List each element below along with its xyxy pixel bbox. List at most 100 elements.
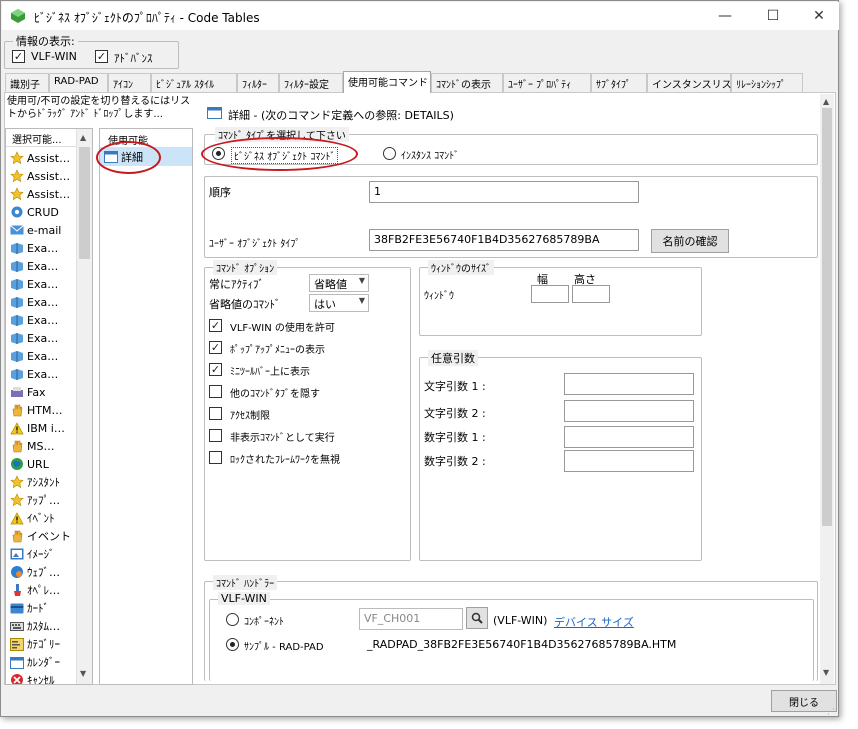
list-item[interactable]: ｱｯﾌﾟ… [9,491,60,509]
tab-command-display[interactable]: ｺﾏﾝﾄﾞの表示 [431,73,503,92]
advanced-checkbox[interactable]: ✓ [95,50,108,63]
list-item[interactable]: MS… [9,437,54,455]
list-item[interactable]: Exa… [9,239,58,257]
list-item[interactable]: Assist… [9,185,70,203]
list-item[interactable]: HTM… [9,401,62,419]
always-active-label: 常にｱｸﾃｨﾌﾞ [209,278,264,291]
category-icon [9,637,24,652]
scroll-up-arrow-icon[interactable]: ▲ [80,133,86,142]
option-checkbox[interactable] [209,451,222,464]
list-scrollbar[interactable]: ▲ ▼ [76,129,92,684]
tab-visual-style[interactable]: ﾋﾞｼﾞｭｱﾙ ｽﾀｲﾙ [151,73,237,92]
cancel-icon [9,673,24,684]
scrollbar-thumb[interactable] [79,147,90,259]
book-icon [9,277,24,292]
resize-grip-icon[interactable]: ⋰ [827,707,835,716]
option-checkbox[interactable]: ✓ [209,363,222,376]
email-icon [9,223,24,238]
option-checkbox-label: ﾛｯｸされたﾌﾚｰﾑﾜｰｸを無視 [230,455,340,466]
panel-scrollbar[interactable]: ▲ ▼ [820,94,834,684]
list-item[interactable]: ｱｼｽﾀﾝﾄ [9,473,60,491]
string-arg-1-field[interactable] [564,373,694,395]
list-item[interactable]: ｲﾍﾞﾝﾄ [9,509,55,527]
list-item[interactable]: ｶﾃｺﾞﾘｰ [9,635,60,653]
list-item[interactable]: ｶﾚﾝﾀﾞｰ [9,653,60,671]
list-item[interactable]: Assist… [9,167,70,185]
confirm-name-button[interactable]: 名前の確認 [651,229,729,253]
list-item[interactable]: ｳｪﾌﾞ… [9,563,60,581]
list-item[interactable]: URL [9,455,49,473]
string-arg-2-label: 文字引数 2 : [424,407,486,420]
list-item[interactable]: イベント [9,527,71,545]
window-width-field[interactable] [531,285,569,303]
list-item[interactable]: ｶｽﾀﾑ… [9,617,60,635]
list-item[interactable]: IBM i… [9,419,65,437]
selectable-header[interactable]: 選択可能... [6,129,76,147]
tab-instance-list[interactable]: インスタンスリスト [647,73,742,92]
list-item[interactable]: Exa… [9,293,58,311]
tab-filter-settings[interactable]: ﾌｨﾙﾀｰ設定 [279,73,343,92]
list-item-label: イベント [27,530,71,543]
detail-header: 詳細 - (次のコマンド定義への参照: DETAILS) [228,109,454,122]
list-item[interactable]: Exa… [9,365,58,383]
list-item-label: Exa… [27,367,59,381]
list-item[interactable]: Exa… [9,347,58,365]
component-radio[interactable] [226,613,239,626]
list-item[interactable]: ｷｬﾝｾﾙ [9,671,55,684]
list-item[interactable]: ｵﾍﾟﾚ… [9,581,60,599]
list-item[interactable]: Assist… [9,149,70,167]
list-item[interactable]: e-mail [9,221,61,239]
list-item[interactable]: CRUD [9,203,59,221]
list-item[interactable]: Fax [9,383,46,401]
list-item[interactable]: Exa… [9,311,58,329]
always-active-select[interactable]: 省略値 ▼ [309,274,369,292]
scroll-down-arrow-icon[interactable]: ▼ [80,669,86,678]
window-title: ﾋﾞｼﾞﾈｽ ｵﾌﾞｼﾞｪｸﾄのﾌﾟﾛﾊﾟﾃｨ - Code Tables [34,11,260,25]
component-field[interactable]: VF_CH001 [359,608,463,630]
command-handler-legend: ｺﾏﾝﾄﾞ ﾊﾝﾄﾞﾗｰ [213,575,278,590]
sequence-field[interactable]: 1 [369,181,639,203]
list-item[interactable]: Exa… [9,275,58,293]
window-height-field[interactable] [572,285,610,303]
minimize-button[interactable]: — [702,2,748,30]
scroll-down-arrow-icon[interactable]: ▼ [823,668,829,677]
tab-icon[interactable]: ｱｲｺﾝ [108,73,151,92]
search-button[interactable] [466,607,488,629]
globe-icon [9,457,24,472]
device-size-link[interactable]: デバイス サイズ [554,614,634,630]
vlf-win-checkbox[interactable]: ✓ [12,50,25,63]
option-checkbox[interactable] [209,429,222,442]
default-command-select[interactable]: はい ▼ [309,294,369,312]
list-item[interactable]: ｲﾒｰｼﾞ [9,545,55,563]
option-checkbox[interactable]: ✓ [209,341,222,354]
instance-command-radio[interactable] [383,147,396,160]
option-checkbox-label: ｱｸｾｽ制限 [230,411,270,422]
list-item[interactable]: Exa… [9,257,58,275]
calendar-icon [9,655,24,670]
scroll-up-arrow-icon[interactable]: ▲ [823,97,829,106]
tab-identifier[interactable]: 識別子 [5,73,49,92]
close-button[interactable]: ✕ [796,2,842,30]
book-icon [9,259,24,274]
tab-rad-pad[interactable]: RAD-PAD [49,73,108,92]
panel-scrollbar-thumb[interactable] [822,108,832,526]
tab-user-properties[interactable]: ﾕｰｻﾞｰ ﾌﾟﾛﾊﾟﾃｨ [503,73,591,92]
option-checkbox[interactable]: ✓ [209,319,222,332]
list-item[interactable]: Exa… [9,329,58,347]
list-item-label: Assist… [27,187,71,201]
maximize-button[interactable]: ☐ [750,2,796,30]
number-arg-2-field[interactable] [564,450,694,472]
option-checkbox[interactable] [209,385,222,398]
tab-relationship[interactable]: ﾘﾚｰｼｮﾝｼｯﾌﾟ [731,73,803,92]
card-icon [9,601,24,616]
list-item[interactable]: ｶｰﾄﾞ [9,599,49,617]
string-arg-2-field[interactable] [564,400,694,422]
tab-available-commands[interactable]: 使用可能コマンド [343,71,431,93]
sample-rad-pad-radio[interactable] [226,638,239,651]
user-object-type-field[interactable]: 38FB2FE3E56740F1B4D35627685789BA [369,229,639,251]
tab-subtype[interactable]: ｻﾌﾞﾀｲﾌﾟ [591,73,647,92]
option-checkbox[interactable] [209,407,222,420]
tab-filter[interactable]: ﾌｨﾙﾀｰ [237,73,279,92]
web-icon [9,565,24,580]
number-arg-1-field[interactable] [564,426,694,448]
